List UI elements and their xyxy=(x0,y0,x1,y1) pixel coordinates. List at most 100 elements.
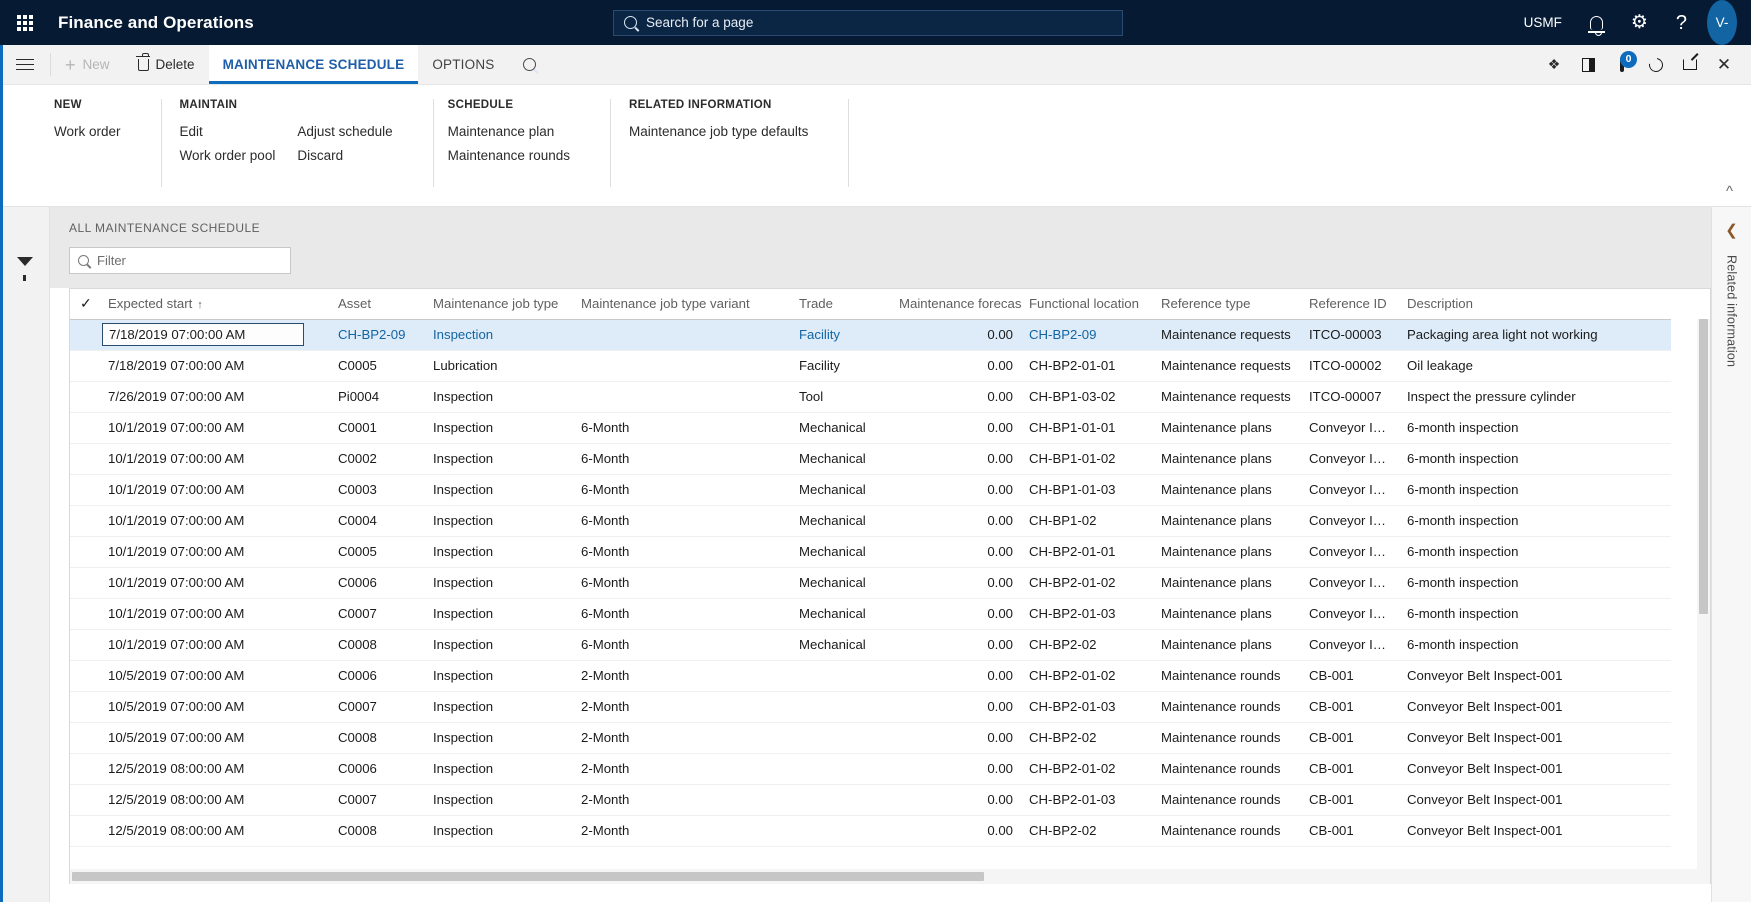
cell-job-type-variant[interactable]: 2-Month xyxy=(573,815,791,847)
active-edit-cell[interactable]: 7/18/2019 07:00:00 AM xyxy=(102,323,304,346)
row-select-checkbox[interactable] xyxy=(70,350,100,382)
cell-job-type[interactable]: Inspection xyxy=(425,474,573,506)
cell-asset[interactable]: CH-BP2-09 xyxy=(330,319,425,351)
table-row[interactable]: 7/18/2019 07:00:00 AM CH-BP2-09 Inspection… xyxy=(70,319,1671,351)
open-in-office-button[interactable] xyxy=(1571,45,1605,85)
cell-reference-type[interactable]: Maintenance plans xyxy=(1153,443,1301,475)
cell-functional-location[interactable]: CH-BP2-01-02 xyxy=(1021,567,1153,599)
cell-functional-location[interactable]: CH-BP2-02 xyxy=(1021,815,1153,847)
cell-forecast[interactable]: 0.00 xyxy=(891,815,1021,847)
table-row[interactable]: 10/5/2019 07:00:00 AM C0006 Inspection 2-Mo… xyxy=(70,660,1671,692)
cell-reference-id[interactable]: ITCO-00007 xyxy=(1301,381,1399,413)
cell-asset[interactable]: C0008 xyxy=(330,629,425,661)
company-selector[interactable]: USMF xyxy=(1510,0,1576,45)
cell-functional-location[interactable]: CH-BP1-01-01 xyxy=(1021,412,1153,444)
cell-trade[interactable]: Mechanical xyxy=(791,443,891,475)
cell-description[interactable]: 6-month inspection xyxy=(1399,536,1671,568)
cell-expected-start[interactable]: 10/1/2019 07:00:00 AM xyxy=(100,505,330,537)
cell-trade[interactable] xyxy=(791,660,891,692)
cell-reference-type[interactable]: Maintenance plans xyxy=(1153,474,1301,506)
tab-maintenance-schedule[interactable]: MAINTENANCE SCHEDULE xyxy=(208,45,419,84)
tab-options[interactable]: OPTIONS xyxy=(418,45,508,84)
cell-expected-start[interactable]: 12/5/2019 08:00:00 AM xyxy=(100,784,330,816)
cell-expected-start[interactable]: 10/5/2019 07:00:00 AM xyxy=(100,691,330,723)
ribbon-link-discard[interactable]: Discard xyxy=(297,148,414,163)
cell-asset[interactable]: C0008 xyxy=(330,722,425,754)
column-header-description[interactable]: Description xyxy=(1399,289,1671,320)
cell-functional-location[interactable]: CH-BP2-01-02 xyxy=(1021,660,1153,692)
ribbon-link-work-order-pool[interactable]: Work order pool xyxy=(180,148,298,163)
cell-job-type[interactable]: Inspection xyxy=(425,660,573,692)
cell-functional-location[interactable]: CH-BP1-03-02 xyxy=(1021,381,1153,413)
table-row[interactable]: 10/1/2019 07:00:00 AM C0001 Inspection 6-Mo… xyxy=(70,412,1671,444)
cell-forecast[interactable]: 0.00 xyxy=(891,722,1021,754)
cell-description[interactable]: 6-month inspection xyxy=(1399,474,1671,506)
cell-job-type[interactable]: Inspection xyxy=(425,691,573,723)
cell-expected-start[interactable]: 10/1/2019 07:00:00 AM xyxy=(100,598,330,630)
avatar[interactable]: V- xyxy=(1707,0,1737,45)
table-row[interactable]: 10/1/2019 07:00:00 AM C0002 Inspection 6-Mo… xyxy=(70,443,1671,475)
cell-job-type-variant[interactable] xyxy=(573,319,791,351)
chevron-up-icon[interactable]: ^ xyxy=(1726,183,1733,200)
column-header-reference-type[interactable]: Reference type xyxy=(1153,289,1301,320)
table-row[interactable]: 7/26/2019 07:00:00 AM Pi0004 Inspection Too… xyxy=(70,381,1671,413)
cell-description[interactable]: 6-month inspection xyxy=(1399,505,1671,537)
cell-reference-id[interactable]: Conveyor Insp xyxy=(1301,567,1399,599)
cell-forecast[interactable]: 0.00 xyxy=(891,319,1021,351)
cell-expected-start[interactable]: 10/1/2019 07:00:00 AM xyxy=(100,567,330,599)
column-header-trade[interactable]: Trade xyxy=(791,289,891,320)
table-row[interactable]: 10/5/2019 07:00:00 AM C0008 Inspection 2-Mo… xyxy=(70,722,1671,754)
filter-pane-button[interactable] xyxy=(0,257,49,281)
cell-reference-id[interactable]: Conveyor Insp xyxy=(1301,474,1399,506)
cell-expected-start[interactable]: 7/18/2019 07:00:00 AM xyxy=(100,350,330,382)
grid-vertical-scroll-thumb[interactable] xyxy=(1699,319,1708,614)
cell-asset[interactable]: C0007 xyxy=(330,691,425,723)
cell-trade[interactable]: Mechanical xyxy=(791,536,891,568)
cell-description[interactable]: Conveyor Belt Inspect-001 xyxy=(1399,784,1671,816)
cell-trade[interactable]: Mechanical xyxy=(791,598,891,630)
row-select-checkbox[interactable] xyxy=(70,784,100,816)
cell-job-type[interactable]: Inspection xyxy=(425,412,573,444)
table-row[interactable]: 12/5/2019 08:00:00 AM C0007 Inspection 2-Mo… xyxy=(70,784,1671,816)
cell-job-type-variant[interactable]: 2-Month xyxy=(573,691,791,723)
cell-job-type-variant[interactable]: 6-Month xyxy=(573,567,791,599)
cell-job-type-variant[interactable]: 6-Month xyxy=(573,505,791,537)
toolbar-search-button[interactable] xyxy=(509,45,550,84)
row-select-checkbox[interactable] xyxy=(70,753,100,785)
help-button[interactable]: ? xyxy=(1662,0,1701,45)
cell-description[interactable]: Packaging area light not working xyxy=(1399,319,1671,351)
cell-expected-start[interactable]: 10/1/2019 07:00:00 AM xyxy=(100,474,330,506)
cell-functional-location[interactable]: CH-BP1-01-02 xyxy=(1021,443,1153,475)
row-select-checkbox[interactable] xyxy=(70,505,100,537)
cell-job-type-variant[interactable]: 6-Month xyxy=(573,536,791,568)
cell-reference-type[interactable]: Maintenance requests xyxy=(1153,319,1301,351)
cell-reference-type[interactable]: Maintenance plans xyxy=(1153,536,1301,568)
cell-job-type-variant[interactable] xyxy=(573,350,791,382)
grid-horizontal-scroll-thumb[interactable] xyxy=(72,872,984,881)
cell-reference-id[interactable]: Conveyor Insp xyxy=(1301,412,1399,444)
cell-forecast[interactable]: 0.00 xyxy=(891,784,1021,816)
cell-functional-location[interactable]: CH-BP2-01-01 xyxy=(1021,536,1153,568)
cell-reference-id[interactable]: CB-001 xyxy=(1301,660,1399,692)
cell-reference-type[interactable]: Maintenance requests xyxy=(1153,381,1301,413)
row-select-checkbox[interactable] xyxy=(70,381,100,413)
cell-description[interactable]: 6-month inspection xyxy=(1399,629,1671,661)
cell-reference-id[interactable]: CB-001 xyxy=(1301,815,1399,847)
cell-functional-location[interactable]: CH-BP2-01-03 xyxy=(1021,784,1153,816)
cell-job-type[interactable]: Lubrication xyxy=(425,350,573,382)
cell-description[interactable]: Conveyor Belt Inspect-001 xyxy=(1399,753,1671,785)
grid-vertical-scrollbar[interactable] xyxy=(1697,319,1710,869)
cell-trade[interactable]: Facility xyxy=(791,319,891,351)
cell-reference-id[interactable]: Conveyor Insp xyxy=(1301,598,1399,630)
ribbon-link-maintenance-job-type-defaults[interactable]: Maintenance job type defaults xyxy=(629,124,830,139)
cell-asset[interactable]: C0003 xyxy=(330,474,425,506)
cell-forecast[interactable]: 0.00 xyxy=(891,412,1021,444)
cell-reference-type[interactable]: Maintenance rounds xyxy=(1153,784,1301,816)
filter-input[interactable]: Filter xyxy=(69,247,291,274)
cell-job-type-variant[interactable]: 6-Month xyxy=(573,443,791,475)
cell-functional-location[interactable]: CH-BP2-01-02 xyxy=(1021,753,1153,785)
row-select-checkbox[interactable] xyxy=(70,629,100,661)
row-select-checkbox[interactable] xyxy=(70,691,100,723)
cell-asset[interactable]: C0007 xyxy=(330,598,425,630)
cell-asset[interactable]: C0005 xyxy=(330,350,425,382)
